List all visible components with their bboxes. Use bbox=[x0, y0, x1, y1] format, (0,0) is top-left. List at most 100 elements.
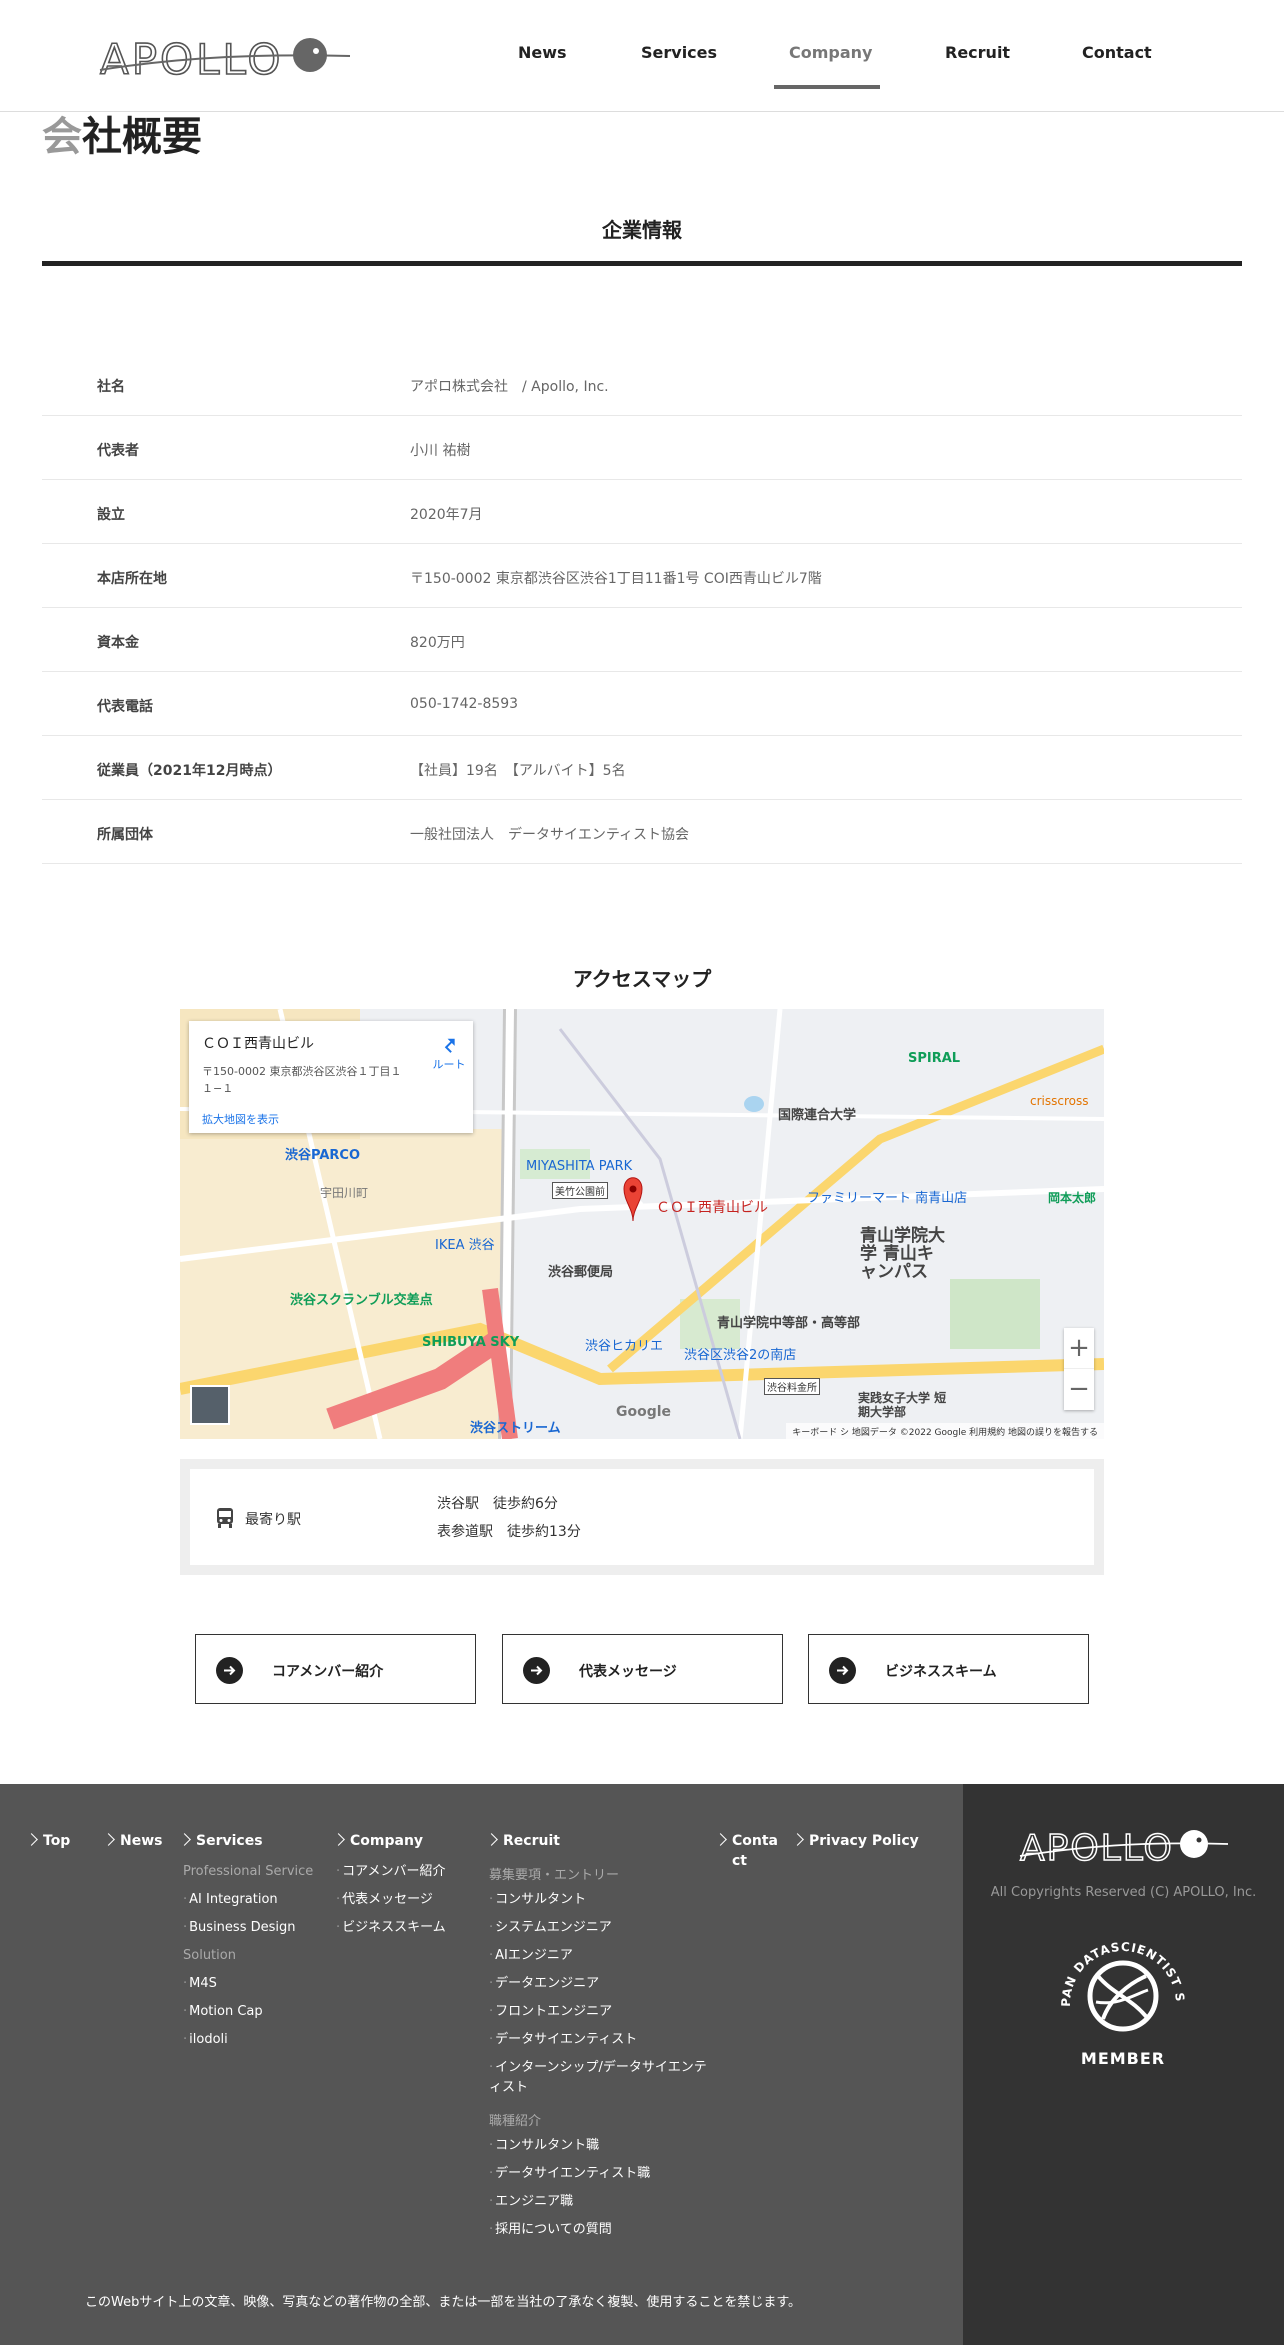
footer-link-label: 採用についての質問 bbox=[495, 2222, 612, 2237]
info-value: 050-1742-8593 bbox=[410, 696, 519, 712]
info-value: 【社員】19名 【アルバイト】5名 bbox=[410, 763, 626, 779]
footer-link[interactable]: · AIエンジニア bbox=[489, 1946, 573, 1966]
footer-link[interactable]: · M4S bbox=[183, 1974, 217, 1994]
svg-text:MEMBER: MEMBER bbox=[1081, 2049, 1165, 2068]
footer-link[interactable]: · 採用についての質問 bbox=[489, 2220, 612, 2240]
info-row-address: 本店所在地 〒150-0002 東京都渋谷区渋谷1丁目11番1号 COI西青山ビ… bbox=[42, 544, 1242, 608]
footer-link-label: データエンジニア bbox=[495, 1976, 600, 1991]
info-value: 2020年7月 bbox=[410, 507, 483, 523]
map-satellite-toggle[interactable] bbox=[190, 1385, 230, 1425]
station-line: 表参道駅 徒歩約13分 bbox=[437, 1524, 581, 1540]
title-rule bbox=[42, 261, 1242, 266]
footer-link-label: Recruit bbox=[503, 1833, 560, 1849]
footer-link[interactable]: · エンジニア職 bbox=[489, 2192, 573, 2212]
nav-contact[interactable]: Contact bbox=[1082, 43, 1152, 62]
zoom-in-button[interactable]: + bbox=[1064, 1328, 1094, 1368]
footer-link-label: フロントエンジニア bbox=[495, 2004, 613, 2019]
footer-sub-heading: 募集要項・エントリー bbox=[489, 1868, 620, 1883]
info-label: 社名 bbox=[97, 379, 125, 395]
nearest-station-box: 最寄り駅 渋谷駅 徒歩約6分 表参道駅 徒歩約13分 bbox=[180, 1459, 1104, 1575]
footer-link-privacy[interactable]: Privacy Policy bbox=[791, 1831, 919, 1851]
apollo-logo[interactable]: APOLLO bbox=[98, 30, 354, 85]
footer-link-label: データサイエンティスト職 bbox=[495, 2166, 651, 2181]
map-pin-label: ＣＯＩ西青山ビル bbox=[656, 1200, 768, 1216]
map-route-button[interactable]: ルート bbox=[429, 1033, 469, 1072]
footer-link[interactable]: · コンサルタント職 bbox=[489, 2136, 599, 2156]
footer-link-label: ビジネススキーム bbox=[342, 1920, 446, 1935]
footer-link[interactable]: · Business Design bbox=[183, 1918, 295, 1938]
info-label: 設立 bbox=[97, 507, 125, 523]
map-label: 渋谷区渋谷2の南店 bbox=[684, 1348, 797, 1363]
button-label: ビジネススキーム bbox=[885, 1664, 997, 1680]
map-label: crisscross bbox=[1030, 1094, 1089, 1108]
footer-link[interactable]: · フロントエンジニア bbox=[489, 2002, 612, 2022]
map-label: 渋谷PARCO bbox=[285, 1148, 360, 1163]
map-label: 岡本太郎 bbox=[1048, 1191, 1097, 1205]
info-row-phone: 代表電話 050-1742-8593 bbox=[42, 672, 1242, 736]
info-value: 〒150-0002 東京都渋谷区渋谷1丁目11番1号 COI西青山ビル7階 bbox=[410, 571, 822, 587]
info-row-founded: 設立 2020年7月 bbox=[42, 480, 1242, 544]
footer-link[interactable]: · システムエンジニア bbox=[489, 1918, 612, 1938]
info-label: 代表電話 bbox=[97, 699, 153, 715]
footer-link-services[interactable]: Services bbox=[178, 1831, 263, 1851]
info-value: 一般社団法人 データサイエンティスト協会 bbox=[410, 827, 690, 843]
map-label: 実践女子大学 短期大学部 bbox=[858, 1391, 947, 1419]
footer-link-label: Services bbox=[196, 1833, 263, 1849]
footer-link-label: Motion Cap bbox=[189, 2004, 263, 2019]
footer-link-label: データサイエンティスト bbox=[495, 2032, 638, 2047]
footer-link-label: Company bbox=[350, 1833, 424, 1849]
footer-link[interactable]: · ilodoli bbox=[183, 2030, 228, 2050]
nav-services[interactable]: Services bbox=[641, 43, 717, 62]
footer-link-label: Business Design bbox=[189, 1920, 296, 1935]
arrow-right-icon bbox=[829, 1657, 856, 1684]
footer-link[interactable]: · Motion Cap bbox=[183, 2002, 263, 2022]
google-map[interactable]: 渋谷PARCO 宇田川町 MIYASHITA PARK 美竹公園前 国際連合大学… bbox=[180, 1009, 1104, 1439]
nav-news[interactable]: News bbox=[518, 43, 567, 62]
footer-sub-heading: 職種紹介 bbox=[489, 2114, 542, 2129]
map-label: 渋谷スクランブル交差点 bbox=[290, 1293, 433, 1308]
footer-link-label: インターンシップ/データサイエンティスト bbox=[489, 2060, 707, 2095]
footer-sub-heading: Solution bbox=[183, 1948, 236, 1963]
footer-link[interactable]: · ビジネススキーム bbox=[336, 1918, 446, 1938]
map-attribution[interactable]: キーボード シ 地図データ ©2022 Google 利用規約 地図の誤りを報告… bbox=[786, 1423, 1104, 1439]
map-enlarge-link[interactable]: 拡大地図を表示 bbox=[202, 1111, 279, 1127]
info-row-capital: 資本金 820万円 bbox=[42, 608, 1242, 672]
map-label: 青山学院大学 青山キャンパス bbox=[860, 1226, 945, 1282]
zoom-out-button[interactable]: − bbox=[1064, 1368, 1094, 1408]
footer-link-label: AI Integration bbox=[189, 1892, 278, 1907]
datascientist-society-badge-icon[interactable]: THE JAPAN DATASCIENTIST SOCIETY MEMBER bbox=[1048, 1924, 1198, 2074]
footer-link[interactable]: · データエンジニア bbox=[489, 1974, 599, 1994]
footer-link[interactable]: · データサイエンティスト bbox=[489, 2030, 637, 2050]
map-label: SHIBUYA SKY bbox=[422, 1335, 520, 1350]
business-scheme-button[interactable]: ビジネススキーム bbox=[808, 1634, 1089, 1704]
footer-link-label: ilodoli bbox=[189, 2032, 228, 2047]
footer-link-contact[interactable]: Conta ct bbox=[714, 1831, 778, 1871]
footer-link[interactable]: · AI Integration bbox=[183, 1890, 278, 1910]
core-members-button[interactable]: コアメンバー紹介 bbox=[195, 1634, 476, 1704]
info-label: 所属団体 bbox=[97, 827, 153, 843]
map-label: 青山学院中等部・高等部 bbox=[717, 1316, 861, 1331]
footer-link-recruit[interactable]: Recruit bbox=[485, 1831, 560, 1851]
footer-link[interactable]: · データサイエンティスト職 bbox=[489, 2164, 650, 2184]
footer-link-label: M4S bbox=[189, 1976, 217, 1991]
footer-apollo-logo[interactable]: APOLLO bbox=[1018, 1822, 1230, 1870]
map-label: 渋谷郵便局 bbox=[548, 1265, 614, 1280]
map-label: 渋谷ストリーム bbox=[470, 1421, 561, 1436]
footer-link-label: 代表メッセージ bbox=[342, 1892, 433, 1907]
footer-link-company[interactable]: Company bbox=[332, 1831, 424, 1851]
footer-link-label: Conta ct bbox=[732, 1833, 778, 1869]
ceo-message-button[interactable]: 代表メッセージ bbox=[502, 1634, 783, 1704]
map-place-name: ＣＯＩ西青山ビル bbox=[202, 1036, 314, 1052]
footer-link[interactable]: · インターンシップ/データサイエンティスト bbox=[489, 2058, 714, 2098]
footer-link[interactable]: · コンサルタント bbox=[489, 1890, 586, 1910]
footer-link-top[interactable]: Top bbox=[25, 1831, 70, 1851]
footer-link-news[interactable]: News bbox=[102, 1831, 162, 1851]
map-zoom-control: + − bbox=[1064, 1328, 1094, 1410]
map-label: SPIRAL bbox=[908, 1051, 961, 1066]
site-header: APOLLO News Services Company Recruit Con… bbox=[0, 0, 1284, 112]
nav-recruit[interactable]: Recruit bbox=[945, 43, 1010, 62]
footer-link[interactable]: · 代表メッセージ bbox=[336, 1890, 433, 1910]
footer-link[interactable]: · コアメンバー紹介 bbox=[336, 1862, 446, 1882]
info-row-affiliation: 所属団体 一般社団法人 データサイエンティスト協会 bbox=[42, 800, 1242, 864]
nav-company[interactable]: Company bbox=[789, 43, 872, 62]
